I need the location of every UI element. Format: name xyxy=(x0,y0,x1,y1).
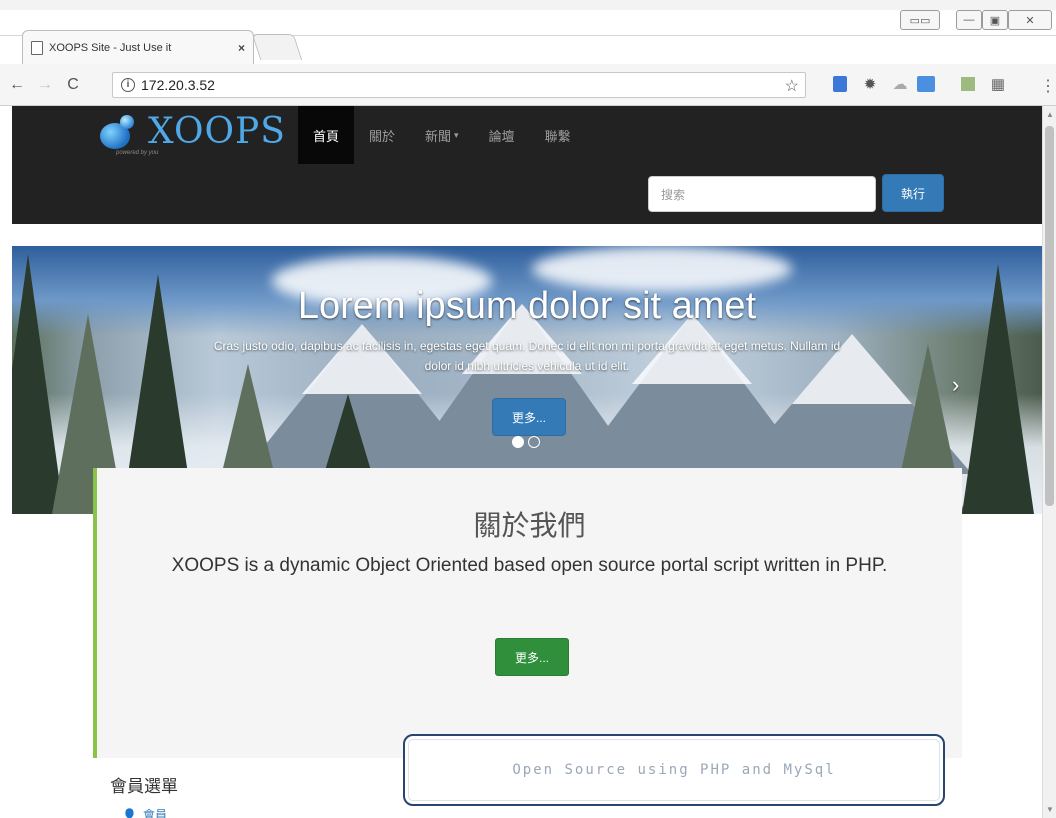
carousel-indicator[interactable] xyxy=(528,436,540,448)
info-icon[interactable]: i xyxy=(121,78,135,92)
extension-grid-icon[interactable]: ▦ xyxy=(988,74,1008,94)
xoops-logo-icon xyxy=(100,115,138,149)
page-viewport: XOOPS powered by you 首頁 關於 新聞 ▾ 論壇 聯繫 搜索 … xyxy=(12,106,1042,818)
reload-button[interactable]: C xyxy=(62,74,84,96)
search-input[interactable]: 搜索 xyxy=(648,176,876,212)
nav-item-contact[interactable]: 聯繫 xyxy=(530,106,586,164)
main-nav: 首頁 關於 新聞 ▾ 論壇 聯繫 xyxy=(298,106,586,164)
member-menu-item-label: 會員 xyxy=(142,808,167,818)
page-scrollbar[interactable]: ▲ ▼ xyxy=(1042,106,1056,818)
forward-button[interactable]: → xyxy=(34,74,56,96)
about-title: 關於我們 xyxy=(473,509,586,542)
user-icon: 👤 xyxy=(122,807,137,818)
about-text: XOOPS is a dynamic Object Oriented based… xyxy=(171,555,888,576)
carousel-heading: Lorem ipsum dolor sit amet xyxy=(297,285,757,327)
maximize-icon: ▣ xyxy=(989,14,1001,27)
user-icon: ▭▭ xyxy=(909,14,931,27)
minimize-icon: — xyxy=(963,14,975,26)
caret-down-icon: ▾ xyxy=(454,129,459,140)
minimize-button[interactable]: — xyxy=(956,10,982,30)
carousel-caption: Lorem ipsum dolor sit amet Cras justo od… xyxy=(12,282,1042,376)
carousel-text: Cras justo odio, dapibus ac facilisis in… xyxy=(213,339,841,373)
user-profile-button[interactable]: ▭▭ xyxy=(900,10,940,30)
member-menu-item[interactable]: 👤 會員 xyxy=(122,806,167,818)
logo-text: XOOPS xyxy=(148,111,286,152)
carousel-indicators xyxy=(512,436,540,448)
site-navbar: XOOPS powered by you 首頁 關於 新聞 ▾ 論壇 聯繫 搜索 … xyxy=(12,106,1042,224)
nav-item-forum[interactable]: 論壇 xyxy=(474,106,530,164)
site-logo[interactable]: XOOPS xyxy=(100,112,286,152)
extension-gear-icon[interactable]: ✹ xyxy=(860,74,880,94)
extension-green-icon[interactable] xyxy=(958,74,978,94)
nav-item-home[interactable]: 首頁 xyxy=(298,106,355,164)
logo-tagline: powered by you xyxy=(116,150,159,156)
carousel-indicator-active[interactable] xyxy=(512,436,524,448)
nav-item-news[interactable]: 新聞 ▾ xyxy=(410,106,474,164)
browser-tab[interactable]: XOOPS Site - Just Use it × xyxy=(22,30,254,64)
scroll-thumb[interactable] xyxy=(1045,126,1054,506)
bookmark-star-icon[interactable]: ☆ xyxy=(785,76,799,96)
page-icon xyxy=(31,40,43,55)
search-button[interactable]: 執行 xyxy=(882,174,944,212)
tab-title: XOOPS Site - Just Use it xyxy=(49,41,172,54)
scroll-up-icon[interactable]: ▲ xyxy=(1046,110,1054,119)
open-source-banner[interactable]: Open Source using PHP and MySql xyxy=(403,734,945,806)
back-button[interactable]: ← xyxy=(6,74,28,96)
close-tab-icon[interactable]: × xyxy=(238,41,245,55)
browser-menu-icon[interactable]: ⋮ xyxy=(1040,76,1056,96)
maximize-button[interactable]: ▣ xyxy=(982,10,1008,30)
scroll-down-icon[interactable]: ▼ xyxy=(1046,805,1054,814)
close-icon: ✕ xyxy=(1025,14,1035,27)
extension-window-icon[interactable] xyxy=(916,74,936,94)
carousel-next-icon[interactable]: › xyxy=(952,372,959,398)
address-bar[interactable]: i 172.20.3.52 ☆ xyxy=(112,72,806,98)
nav-item-about[interactable]: 關於 xyxy=(354,106,410,164)
url-text[interactable]: 172.20.3.52 xyxy=(141,77,215,93)
carousel-more-button[interactable]: 更多... xyxy=(492,398,566,436)
member-menu-title: 會員選單 xyxy=(110,777,178,796)
new-tab-button[interactable] xyxy=(251,34,303,60)
extension-translate-icon[interactable] xyxy=(830,74,850,94)
banner-text: Open Source using PHP and MySql xyxy=(512,762,836,778)
about-section: 關於我們 XOOPS is a dynamic Object Oriented … xyxy=(93,468,962,758)
about-more-button[interactable]: 更多... xyxy=(495,638,569,676)
extension-cloud-icon[interactable]: ☁ xyxy=(890,74,910,94)
close-window-button[interactable]: ✕ xyxy=(1008,10,1052,30)
